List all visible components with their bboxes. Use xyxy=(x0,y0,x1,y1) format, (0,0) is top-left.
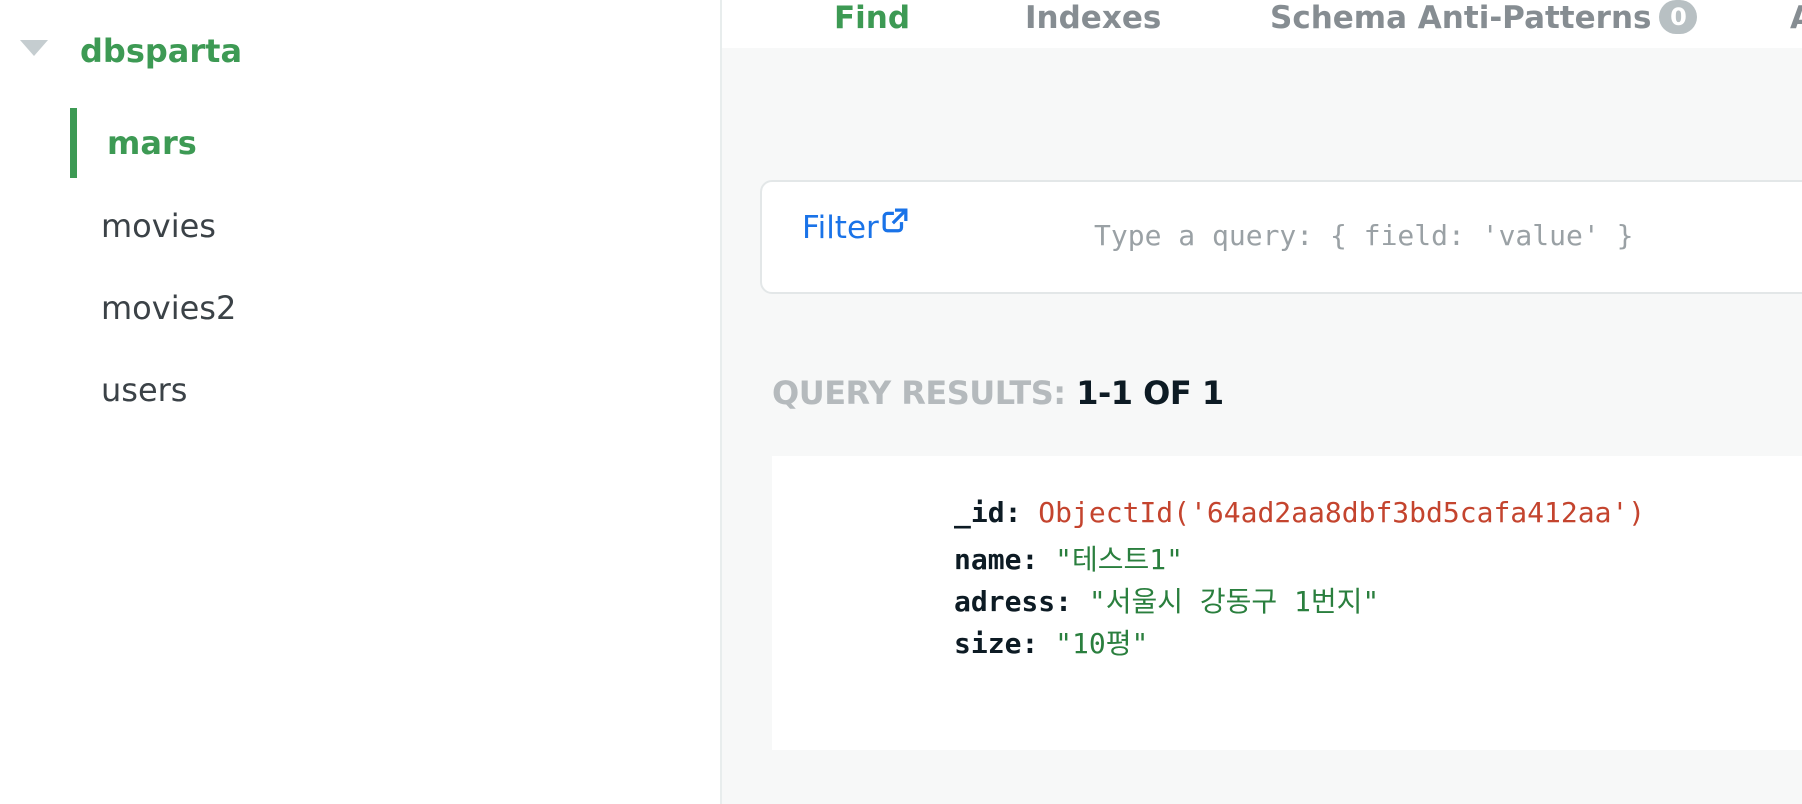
results-range: 1-1 OF 1 xyxy=(1076,374,1224,412)
field-key: name xyxy=(954,543,1022,576)
field-key: _id xyxy=(954,496,1005,529)
collection-item-users[interactable]: users xyxy=(70,355,710,425)
filter-bar: Filter xyxy=(760,180,1802,294)
tab-find[interactable]: Find xyxy=(834,0,910,36)
collection-item-movies2[interactable]: movies2 xyxy=(70,273,710,343)
active-indicator xyxy=(70,108,77,178)
collection-label: movies xyxy=(101,207,216,245)
external-link-icon[interactable] xyxy=(882,208,908,234)
document-field-name: name: "테스트1" xyxy=(954,543,1184,576)
tab-next[interactable]: A xyxy=(1790,0,1802,36)
filter-link[interactable]: Filter xyxy=(802,210,879,246)
document-card[interactable]: _id: ObjectId('64ad2aa8dbf3bd5cafa412aa'… xyxy=(772,456,1802,750)
database-name[interactable]: dbsparta xyxy=(80,32,242,70)
database-row[interactable]: dbsparta xyxy=(0,22,720,82)
field-key: adress xyxy=(954,585,1056,618)
field-value: "테스트1" xyxy=(1055,543,1184,576)
field-value: "서울시 강동구 1번지" xyxy=(1088,585,1380,618)
collection-label: users xyxy=(101,371,188,409)
query-input[interactable] xyxy=(1092,212,1802,258)
tab-schema-anti-patterns[interactable]: Schema Anti-Patterns 0 xyxy=(1270,0,1698,37)
document-field-id: _id: ObjectId('64ad2aa8dbf3bd5cafa412aa'… xyxy=(954,496,1646,529)
collection-item-mars[interactable]: mars xyxy=(70,108,710,178)
field-value: ObjectId('64ad2aa8dbf3bd5cafa412aa') xyxy=(1038,496,1646,529)
caret-down-icon[interactable] xyxy=(20,40,48,56)
tab-label: Schema Anti-Patterns xyxy=(1270,0,1652,36)
query-results-header: QUERY RESULTS: 1-1 OF 1 xyxy=(772,374,1224,412)
field-key: size xyxy=(954,627,1022,660)
document-field-adress: adress: "서울시 강동구 1번지" xyxy=(954,585,1380,618)
tab-bar: Find Indexes Schema Anti-Patterns0 A xyxy=(722,0,1802,48)
collection-label: mars xyxy=(107,124,197,162)
tab-indexes[interactable]: Indexes xyxy=(1025,0,1161,36)
collection-item-movies[interactable]: movies xyxy=(70,191,710,261)
main-panel: Find Indexes Schema Anti-Patterns0 A Fil… xyxy=(722,0,1802,804)
count-badge: 0 xyxy=(1659,0,1698,34)
results-label: QUERY RESULTS: xyxy=(772,374,1066,412)
field-value: "10평" xyxy=(1055,627,1149,660)
document-field-size: size: "10평" xyxy=(954,627,1149,660)
collection-label: movies2 xyxy=(101,289,237,327)
sidebar: dbsparta mars movies movies2 users xyxy=(0,0,722,804)
